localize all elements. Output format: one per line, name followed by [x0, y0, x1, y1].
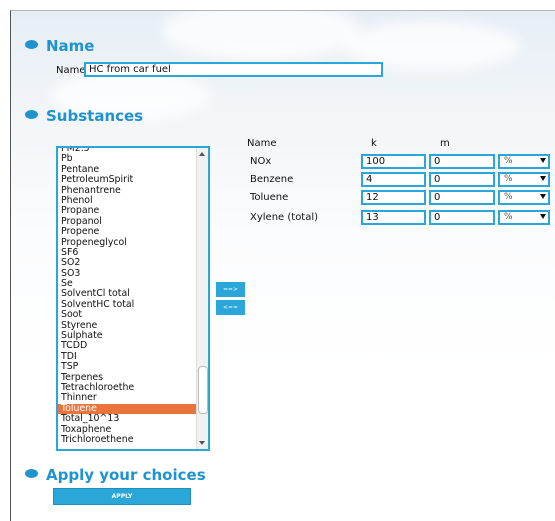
- apply-section-title: Apply your choices: [25, 466, 206, 484]
- m-input[interactable]: 0: [429, 190, 495, 205]
- chevron-down-icon[interactable]: [540, 176, 546, 181]
- k-input[interactable]: 4: [361, 172, 426, 187]
- row-name: Xylene (total): [250, 212, 319, 223]
- add-substance-button[interactable]: ==>: [216, 282, 245, 297]
- list-item[interactable]: Propene: [58, 226, 208, 237]
- scroll-down-icon[interactable]: [199, 441, 205, 445]
- name-section-title: Name: [25, 37, 94, 55]
- col-header-name: Name: [247, 138, 277, 149]
- list-item[interactable]: Total_10^13: [58, 413, 208, 424]
- scroll-up-icon[interactable]: [199, 152, 205, 156]
- unit-select[interactable]: %: [498, 210, 550, 225]
- k-input[interactable]: 13: [361, 210, 426, 225]
- list-item[interactable]: Trichloroethene: [58, 434, 208, 445]
- m-input[interactable]: 0: [429, 154, 495, 169]
- name-label: Name: [56, 65, 86, 76]
- row-name: Toluene: [250, 192, 289, 203]
- k-input[interactable]: 100: [361, 154, 426, 169]
- list-item[interactable]: PetroleumSpirit: [58, 174, 208, 185]
- remove-substance-button[interactable]: <==: [216, 300, 245, 315]
- list-item[interactable]: Propeneglycol: [58, 237, 208, 248]
- list-item[interactable]: SO3: [58, 268, 208, 279]
- list-item[interactable]: SF6: [58, 247, 208, 258]
- substances-section-title: Substances: [25, 107, 143, 125]
- chevron-down-icon[interactable]: [540, 214, 546, 219]
- unit-select-value: %: [504, 212, 513, 222]
- m-input[interactable]: 0: [429, 210, 495, 225]
- unit-select-value: %: [504, 156, 513, 166]
- k-input[interactable]: 12: [361, 190, 426, 205]
- name-input[interactable]: HC from car fuel: [84, 62, 383, 77]
- row-name: NOx: [250, 156, 272, 167]
- unit-select-value: %: [504, 174, 513, 184]
- list-scrollbar[interactable]: [196, 148, 208, 449]
- list-item[interactable]: TDI: [58, 351, 208, 362]
- substance-list-items: PM2.5 Pb Pentane PetroleumSpirit Phenantrene…: [58, 148, 208, 445]
- bullet-icon: [25, 40, 38, 49]
- substance-list[interactable]: PM2.5 Pb Pentane PetroleumSpirit Phenantrene…: [56, 146, 210, 451]
- row-name: Benzene: [250, 174, 294, 185]
- bullet-icon: [25, 110, 38, 119]
- chevron-down-icon[interactable]: [540, 158, 546, 163]
- m-input[interactable]: 0: [429, 172, 495, 187]
- apply-button[interactable]: APPLY: [53, 488, 191, 505]
- unit-select[interactable]: %: [498, 172, 550, 187]
- unit-select[interactable]: %: [498, 190, 550, 205]
- unit-select[interactable]: %: [498, 154, 550, 169]
- list-item[interactable]: SO2: [58, 257, 208, 268]
- list-item[interactable]: TCDD: [58, 341, 208, 352]
- col-header-m: m: [440, 138, 450, 149]
- scroll-thumb[interactable]: [198, 366, 208, 414]
- list-item[interactable]: PM2.5: [58, 148, 208, 154]
- col-header-k: k: [371, 138, 377, 149]
- unit-select-value: %: [504, 192, 513, 202]
- bullet-icon: [25, 469, 38, 478]
- chevron-down-icon[interactable]: [540, 194, 546, 199]
